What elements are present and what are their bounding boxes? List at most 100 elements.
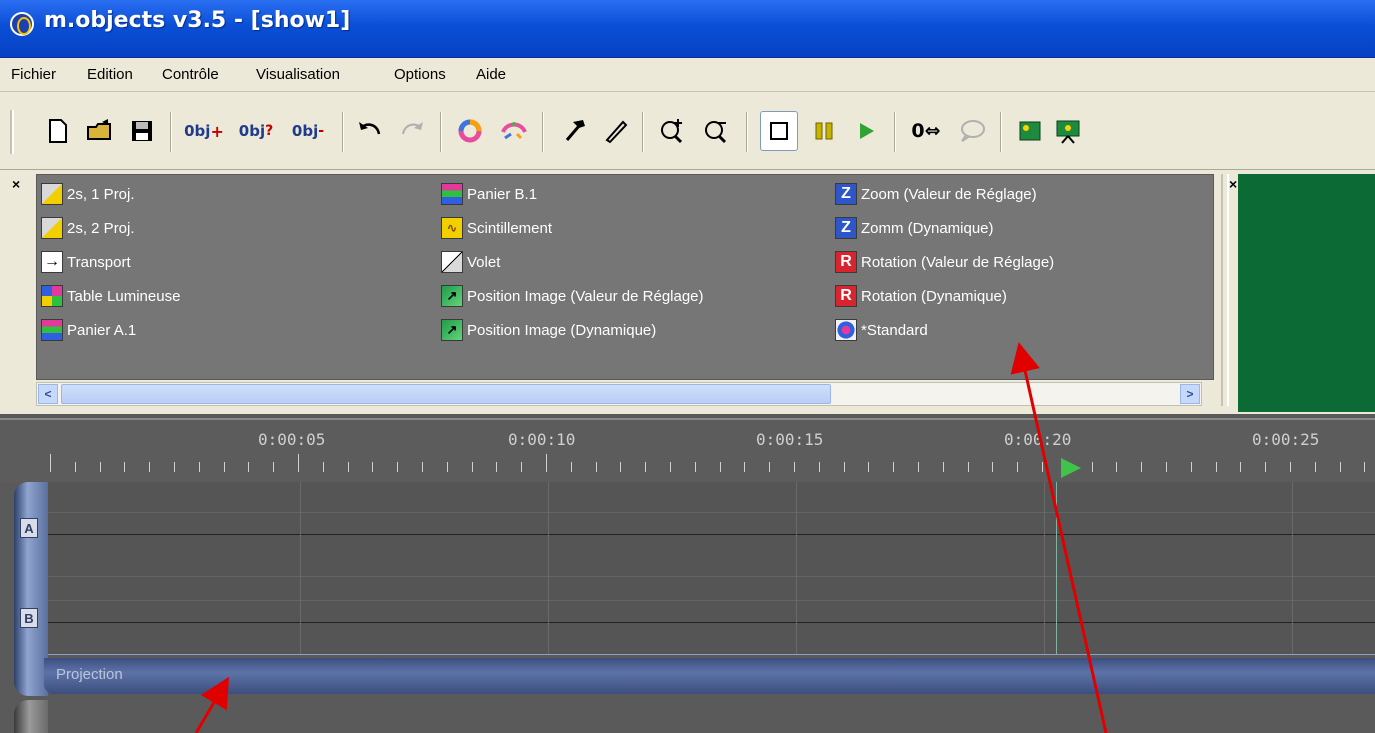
list-item[interactable]: Table Lumineuse <box>41 281 180 311</box>
list-item[interactable]: R Rotation (Dynamique) <box>835 281 1007 311</box>
menu-edition[interactable]: Edition <box>87 66 133 83</box>
object-add-button[interactable]: 0bj + <box>180 114 228 148</box>
preview-area <box>1238 174 1375 412</box>
list-item[interactable]: Volet <box>441 247 500 277</box>
title-bar[interactable]: m.objects v3.5 - [show1] <box>0 0 1375 58</box>
ruler-tick <box>248 462 249 472</box>
playhead-marker-icon[interactable] <box>1061 458 1081 478</box>
list-item[interactable]: 2s, 2 Proj. <box>41 213 135 243</box>
menu-visualisation[interactable]: Visualisation <box>256 66 340 83</box>
toolbar-separator <box>642 112 644 152</box>
list-item[interactable]: Z Zoom (Valeur de Réglage) <box>835 179 1037 209</box>
toolbar-separator <box>542 112 544 152</box>
ruler-tick <box>174 462 175 472</box>
pause-button[interactable] <box>806 114 842 148</box>
rotation-r-icon: R <box>835 285 857 307</box>
open-folder-icon <box>87 119 111 140</box>
new-button[interactable] <box>40 114 76 148</box>
flicker-icon: ∿ <box>441 217 463 239</box>
zoom-out-button[interactable] <box>700 114 736 148</box>
ruler-tick <box>1240 462 1241 472</box>
ruler-tick <box>645 462 646 472</box>
ruler-tick <box>868 462 869 472</box>
close-preview-icon[interactable]: × <box>1229 176 1237 192</box>
projection-group-bar[interactable]: Projection <box>44 658 1375 694</box>
open-button[interactable] <box>82 114 118 148</box>
scroll-left-icon[interactable]: < <box>38 384 58 404</box>
zoom-out-icon <box>705 121 727 144</box>
fade-icon <box>41 183 63 205</box>
scroll-right-icon[interactable]: > <box>1180 384 1200 404</box>
ruler-tick <box>124 462 125 472</box>
ruler-tick <box>273 462 274 472</box>
scrollbar-thumb[interactable] <box>61 384 831 404</box>
hammer-button[interactable] <box>556 114 592 148</box>
list-item[interactable]: Z Zomm (Dynamique) <box>835 213 994 243</box>
ruler-label: 0:00:20 <box>1004 430 1072 449</box>
list-item[interactable]: Panier A.1 <box>41 315 136 345</box>
ruler-tick <box>372 462 373 472</box>
track-group-bracket[interactable] <box>14 482 48 696</box>
play-button[interactable] <box>848 114 884 148</box>
save-button[interactable] <box>124 114 160 148</box>
ruler-tick <box>149 462 150 472</box>
list-item[interactable]: 2s, 1 Proj. <box>41 179 135 209</box>
counter-reset-button[interactable]: 0⇔ <box>902 114 950 148</box>
list-item[interactable]: ∿ Scintillement <box>441 213 552 243</box>
object-remove-icon: 0bj <box>291 122 319 140</box>
toolbar-separator <box>894 112 896 152</box>
ruler-label: 0:00:15 <box>756 430 824 449</box>
ruler-tick <box>1141 462 1142 472</box>
presentation-button[interactable] <box>1050 114 1086 148</box>
panel-splitter[interactable] <box>1221 174 1229 406</box>
redo-icon <box>402 122 423 135</box>
list-item[interactable]: → Transport <box>41 247 131 277</box>
ruler-tick <box>472 462 473 472</box>
image-button[interactable] <box>1012 114 1048 148</box>
color-wheel-button[interactable] <box>452 114 488 148</box>
color-sparkle-button[interactable] <box>496 114 532 148</box>
magazine-icon <box>41 319 63 341</box>
list-item[interactable]: ↗ Position Image (Valeur de Réglage) <box>441 281 704 311</box>
speech-bubble-button[interactable] <box>954 114 990 148</box>
effects-panel: × 2s, 1 Proj. 2s, 2 Proj. → Transport Ta… <box>0 170 1375 414</box>
fade-icon <box>41 217 63 239</box>
track-area[interactable] <box>44 482 1375 655</box>
ruler-tick <box>397 462 398 472</box>
menu-options[interactable]: Options <box>394 66 446 83</box>
hammer-icon <box>565 120 585 141</box>
menu-fichier[interactable]: Fichier <box>11 66 56 83</box>
horizontal-scrollbar[interactable]: < > <box>36 382 1202 406</box>
redo-button[interactable] <box>394 114 430 148</box>
stop-button[interactable] <box>760 111 798 151</box>
ruler-tick <box>447 462 448 472</box>
ruler-tick <box>224 462 225 472</box>
toolbar-grip[interactable] <box>10 110 14 154</box>
presentation-icon <box>1056 120 1080 144</box>
list-item[interactable]: ↗ Position Image (Dynamique) <box>441 315 656 345</box>
menu-controle[interactable]: Contrôle <box>162 66 219 83</box>
zoom-in-button[interactable] <box>656 114 692 148</box>
group-label: Projection <box>56 666 123 683</box>
ruler-tick <box>1116 462 1117 472</box>
track-tag-b[interactable]: B <box>20 608 38 628</box>
ruler-label: 0:00:05 <box>258 430 326 449</box>
ruler-tick <box>670 462 671 472</box>
track-tag-a[interactable]: A <box>20 518 38 538</box>
object-query-button[interactable]: 0bj? <box>232 114 280 148</box>
list-item[interactable]: Panier B.1 <box>441 179 537 209</box>
zoom-in-icon <box>661 119 683 144</box>
close-panel-icon[interactable]: × <box>12 176 20 192</box>
undo-button[interactable] <box>352 114 388 148</box>
toolbar-separator <box>342 112 344 152</box>
time-ruler[interactable]: 0:00:05 0:00:10 0:00:15 0:00:20 0:00:25 <box>0 418 1375 482</box>
object-remove-button[interactable]: 0bj - <box>284 114 332 148</box>
ruler-tick <box>744 462 745 472</box>
lower-track-bracket[interactable] <box>14 700 48 733</box>
pen-button[interactable] <box>598 114 634 148</box>
zoom-z-icon: Z <box>835 217 857 239</box>
list-item[interactable]: R Rotation (Valeur de Réglage) <box>835 247 1054 277</box>
ruler-tick <box>348 462 349 472</box>
list-item[interactable]: *Standard <box>835 315 928 345</box>
menu-aide[interactable]: Aide <box>476 66 506 83</box>
